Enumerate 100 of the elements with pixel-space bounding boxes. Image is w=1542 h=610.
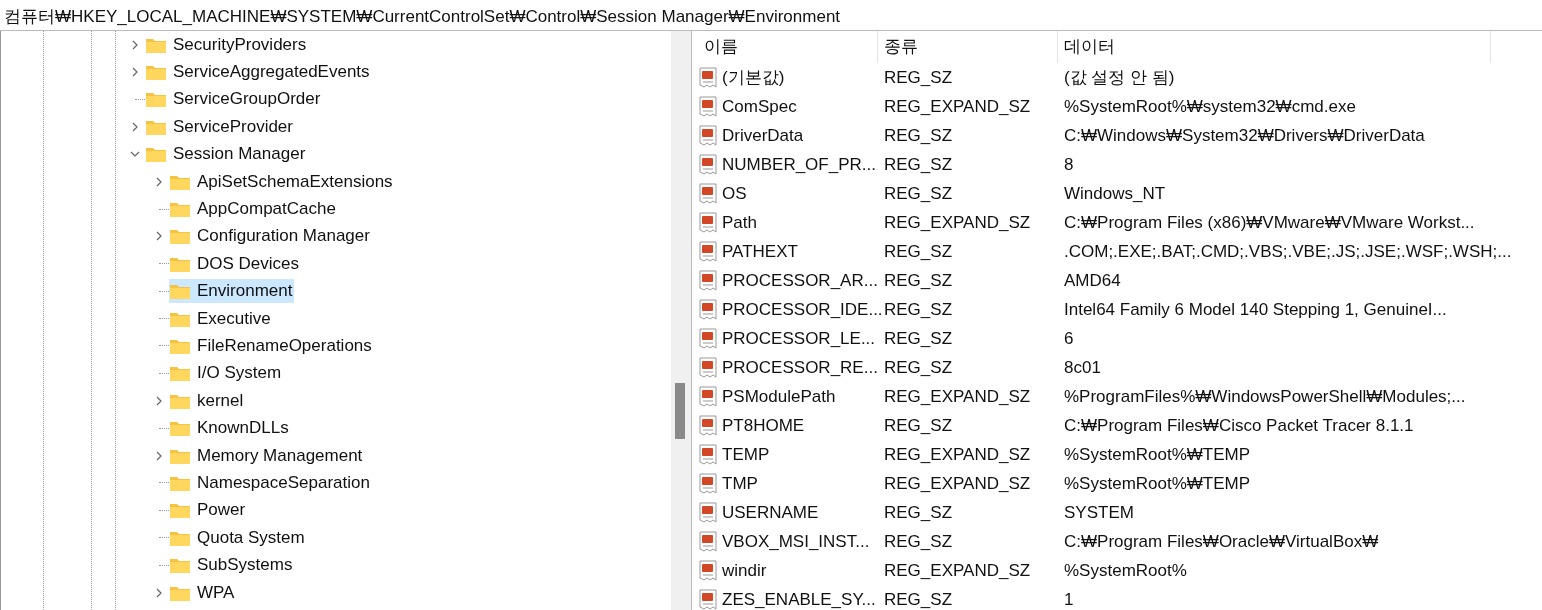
value-type: REG_SZ [883,183,954,204]
tree-item[interactable]: ServiceAggregatedEvents [145,60,372,85]
tree-item[interactable]: Power [169,498,248,523]
value-name[interactable]: (기본값) [722,66,785,89]
value-data: %SystemRoot% [1063,560,1187,581]
value-name[interactable]: PROCESSOR_LE... [722,328,876,349]
tree-item[interactable]: SecurityProviders [145,32,309,57]
tree-item[interactable]: Session Manager [145,142,308,167]
value-data: 1 [1063,589,1074,610]
value-data: Windows_NT [1063,183,1166,204]
value-data: C:₩Program Files₩Oracle₩VirtualBox₩ [1063,531,1379,552]
tree-item[interactable]: Executive [169,306,273,331]
folder-icon [169,227,191,246]
tree-item[interactable]: NamespaceSeparation [169,470,372,495]
tree-item[interactable]: Configuration Manager [169,224,372,249]
tree-item[interactable]: Environment [169,279,295,304]
value-name[interactable]: DriverData [722,125,804,146]
value-name[interactable]: OS [722,183,747,204]
folder-icon [145,63,167,82]
string-value-icon [698,240,720,263]
string-value-icon [698,356,720,379]
value-data: SYSTEM [1063,502,1134,523]
value-name[interactable]: TMP [722,473,758,494]
string-value-icon [698,501,720,524]
value-name[interactable]: TEMP [722,444,770,465]
value-type: REG_EXPAND_SZ [883,212,1032,233]
string-value-icon [698,559,720,582]
value-type: REG_SZ [883,415,954,436]
column-header[interactable]: 데이터 [1058,31,1491,63]
value-type: REG_SZ [883,531,954,552]
address-bar[interactable]: 컴퓨터₩HKEY_LOCAL_MACHINE₩SYSTEM₩CurrentControlSet₩Control₩Session Manager₩Environment [0,0,1542,31]
value-type: REG_SZ [883,357,954,378]
value-name[interactable]: PROCESSOR_AR... [722,270,878,291]
value-data: %SystemRoot%₩TEMP [1063,444,1251,465]
value-type: REG_SZ [883,154,954,175]
value-name[interactable]: Path [722,212,757,233]
value-type: REG_EXPAND_SZ [883,473,1032,494]
string-value-icon [698,298,720,321]
string-value-icon [698,211,720,234]
value-data: 8 [1063,154,1074,175]
column-header[interactable]: 종류 [878,31,1058,63]
tree-item[interactable]: AppCompatCache [169,197,338,222]
value-name[interactable]: PROCESSOR_RE... [722,357,878,378]
tree-item[interactable]: Memory Management [169,443,365,468]
string-value-icon [698,327,720,350]
value-name[interactable]: PSModulePath [722,386,836,407]
value-type: REG_EXPAND_SZ [883,560,1032,581]
value-name[interactable]: NUMBER_OF_PR... [722,154,876,175]
value-type: REG_EXPAND_SZ [883,386,1032,407]
folder-icon [169,282,191,301]
value-type: REG_EXPAND_SZ [883,444,1032,465]
value-name[interactable]: PT8HOME [722,415,805,436]
string-value-icon [698,182,720,205]
string-value-icon [698,414,720,437]
tree-item[interactable]: ServiceGroupOrder [145,87,323,112]
value-data: C:₩Program Files (x86)₩VMware₩VMware Workst... [1063,212,1475,233]
string-value-icon [698,95,720,118]
string-value-icon [698,530,720,553]
tree-item[interactable]: SubSystems [169,553,295,578]
folder-icon [169,337,191,355]
value-name[interactable]: windir [722,560,767,581]
value-type: REG_SZ [883,502,954,523]
tree-item[interactable]: KnownDLLs [169,416,291,441]
value-name[interactable]: PATHEXT [722,241,798,262]
string-value-icon [698,269,720,292]
value-data: %SystemRoot%₩TEMP [1063,473,1251,494]
value-data: %SystemRoot%₩system32₩cmd.exe [1063,96,1356,117]
value-name[interactable]: ComSpec [722,96,797,117]
value-type: REG_SZ [883,589,954,610]
value-name[interactable]: USERNAME [722,502,819,523]
tree-item[interactable]: I/O System [169,361,284,386]
folder-icon [145,145,167,164]
tree-item[interactable]: ServiceProvider [145,114,295,139]
string-value-icon [698,443,720,466]
value-type: REG_SZ [883,67,954,88]
scrollbar-thumb[interactable] [675,383,685,439]
value-name[interactable]: VBOX_MSI_INST... [722,531,870,552]
value-data: 8c01 [1063,357,1101,378]
value-data: Intel64 Family 6 Model 140 Stepping 1, GenuineI... [1063,299,1447,320]
value-type: REG_SZ [883,299,954,320]
tree-item[interactable]: ApiSetSchemaExtensions [169,169,395,194]
folder-icon [169,419,191,438]
tree-item[interactable]: Quota System [169,525,307,550]
column-header[interactable]: 이름 [698,31,878,63]
value-name[interactable]: PROCESSOR_IDE... [722,299,883,320]
folder-icon [169,364,191,383]
tree-item[interactable]: FileRenameOperations [169,334,374,358]
folder-icon [169,556,191,575]
tree-item[interactable]: kernel [169,388,246,413]
tree-item[interactable]: DOS Devices [169,251,302,276]
folder-icon [169,200,191,219]
value-type: REG_SZ [883,125,954,146]
value-data: AMD64 [1063,270,1121,291]
value-type: REG_SZ [883,328,954,349]
value-type: REG_SZ [883,241,954,262]
value-name[interactable]: ZES_ENABLE_SY... [722,589,876,610]
value-data: .COM;.EXE;.BAT;.CMD;.VBS;.VBE;.JS;.JSE;.WSF;.WSH;... [1063,241,1512,262]
tree-item[interactable]: WPA [169,580,237,605]
folder-icon [169,501,191,520]
value-type: REG_EXPAND_SZ [883,96,1032,117]
